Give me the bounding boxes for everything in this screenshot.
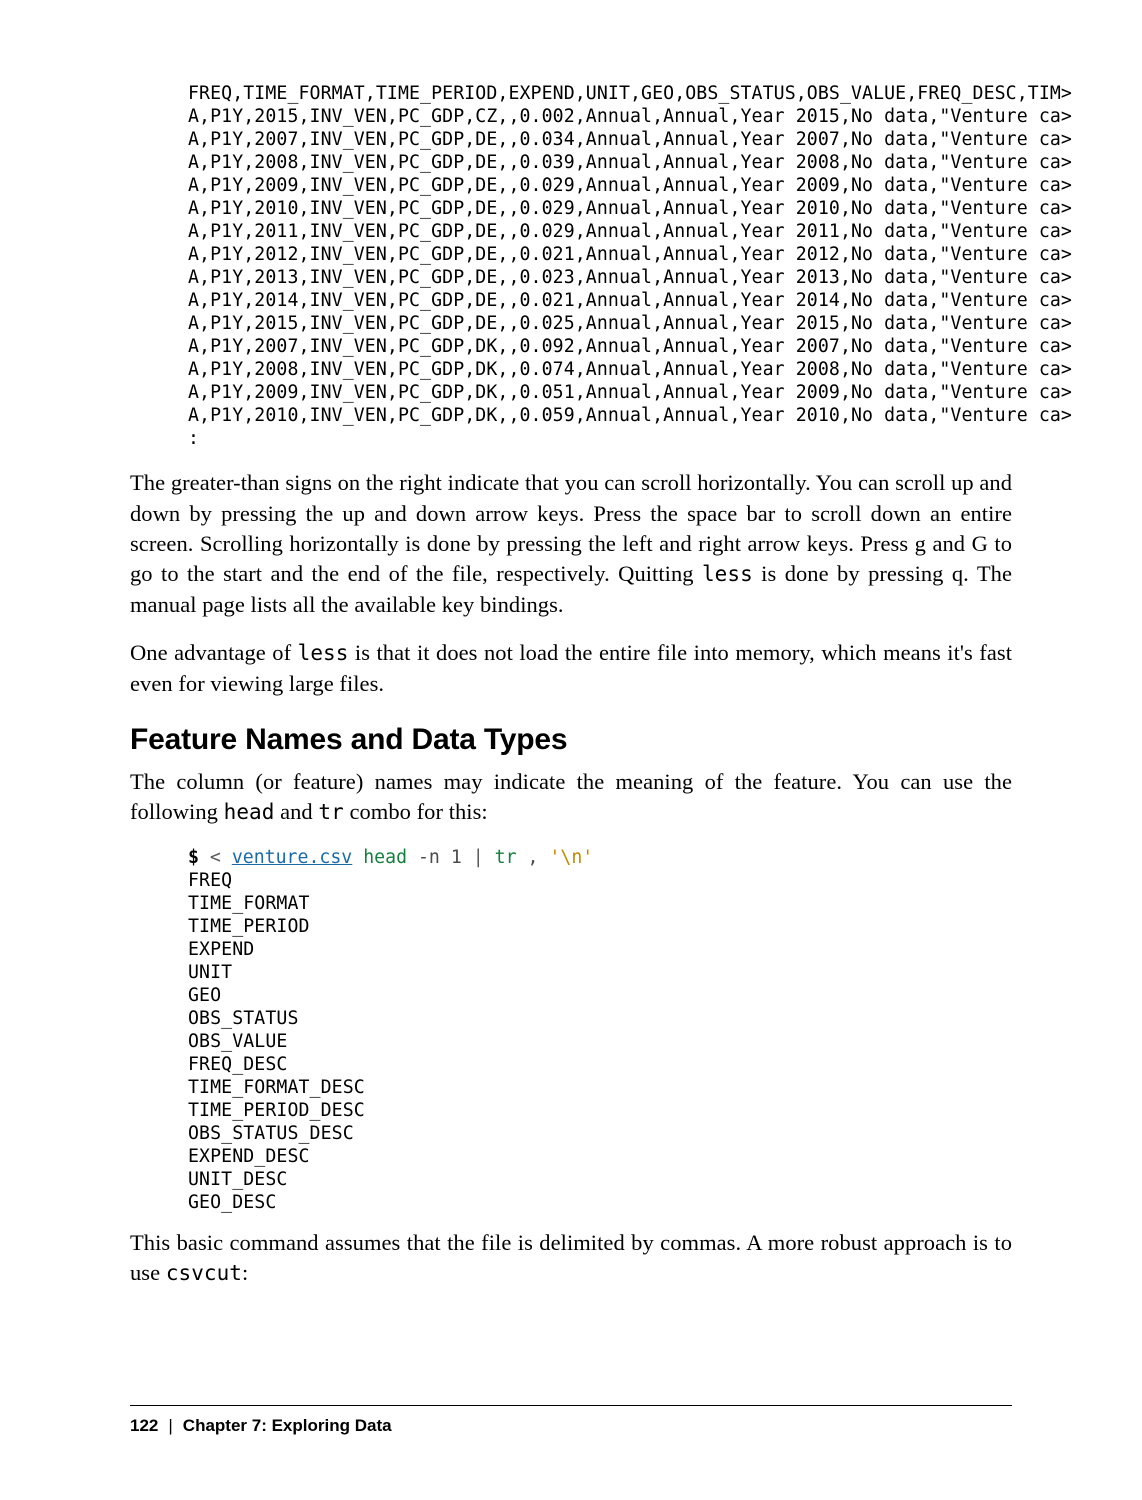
- pipe-operator: |: [473, 847, 484, 868]
- text: One advantage of: [130, 640, 298, 665]
- arg: -n 1: [418, 847, 462, 868]
- redirect-operator: <: [210, 847, 221, 868]
- footer-rule: [130, 1405, 1012, 1406]
- inline-code-head: head: [224, 800, 275, 824]
- inline-code-less: less: [702, 562, 753, 586]
- command-line: $ < venture.csv head -n 1 | tr , '\n': [188, 846, 1012, 869]
- page-footer: 122 | Chapter 7: Exploring Data: [130, 1405, 1012, 1436]
- paragraph-scroll-explanation: The greater-than signs on the right indi…: [130, 468, 1012, 620]
- page: FREQ,TIME_FORMAT,TIME_PERIOD,EXPEND,UNIT…: [0, 0, 1142, 1500]
- paragraph-feature-names-intro: The column (or feature) names may indica…: [130, 767, 1012, 828]
- footer-text: 122 | Chapter 7: Exploring Data: [130, 1416, 1012, 1436]
- footer-separator: |: [168, 1416, 172, 1435]
- code-block-less-output: FREQ,TIME_FORMAT,TIME_PERIOD,EXPEND,UNIT…: [188, 82, 1012, 450]
- inline-code-less: less: [298, 641, 349, 665]
- section-heading: Feature Names and Data Types: [130, 723, 1012, 757]
- paragraph-less-advantage: One advantage of less is that it does no…: [130, 638, 1012, 699]
- text: combo for this:: [344, 799, 488, 824]
- paragraph-csvcut: This basic command assumes that the file…: [130, 1228, 1012, 1289]
- inline-code-csvcut: csvcut: [166, 1261, 242, 1285]
- text: and: [274, 799, 318, 824]
- arg: ,: [528, 847, 539, 868]
- page-number: 122: [130, 1416, 158, 1435]
- chapter-title: Chapter 7: Exploring Data: [183, 1416, 392, 1435]
- command-tr: tr: [495, 847, 517, 868]
- code-block-column-output: FREQ TIME_FORMAT TIME_PERIOD EXPEND UNIT…: [188, 869, 1012, 1214]
- command-head: head: [363, 847, 407, 868]
- inline-code-tr: tr: [318, 800, 343, 824]
- shell-prompt: $: [188, 847, 199, 868]
- text: This basic command assumes that the file…: [130, 1230, 1012, 1285]
- string-literal: '\n': [549, 847, 593, 868]
- filename: venture.csv: [232, 847, 352, 868]
- text: :: [242, 1260, 248, 1285]
